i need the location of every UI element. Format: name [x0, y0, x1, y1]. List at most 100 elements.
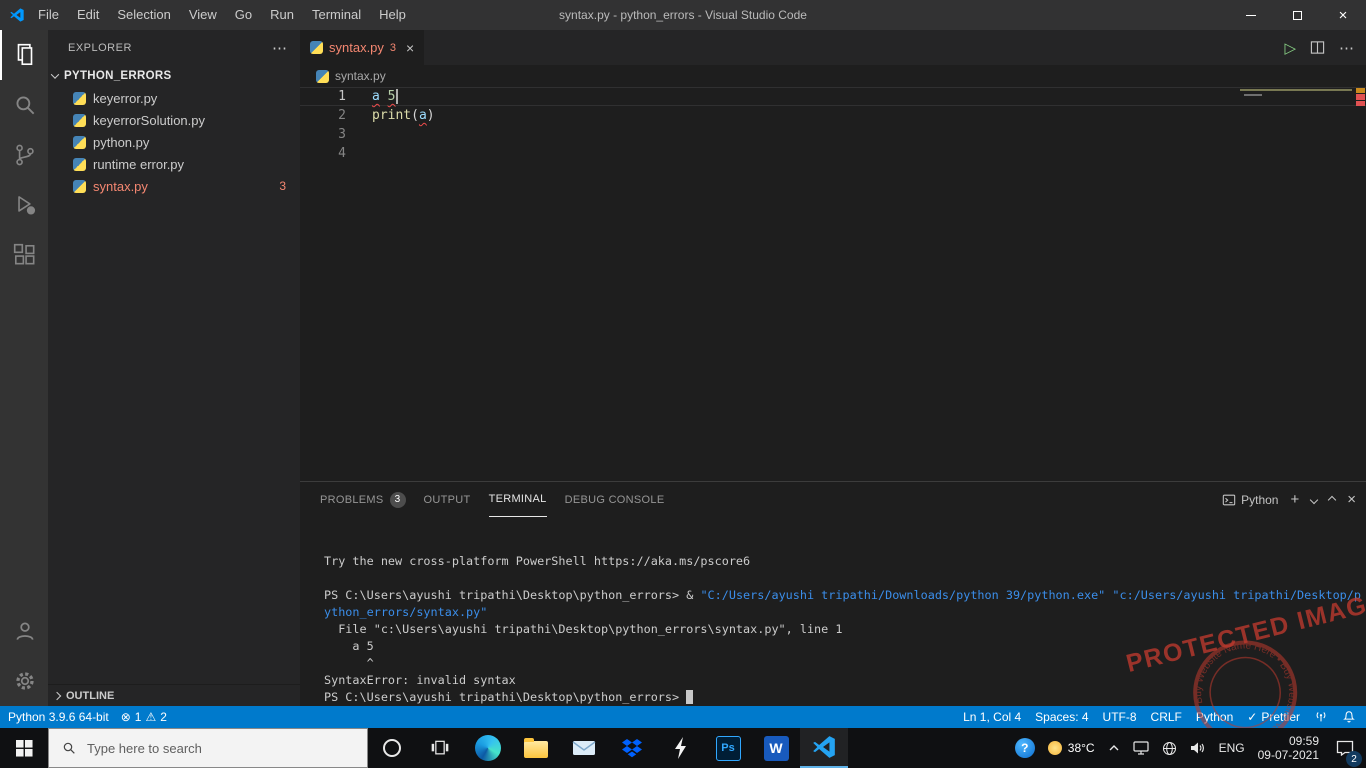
- file-python.py[interactable]: python.py: [48, 131, 300, 153]
- explorer-activity-button[interactable]: [0, 30, 48, 80]
- outline-section[interactable]: OUTLINE: [48, 684, 300, 706]
- source-control-icon: [12, 142, 38, 168]
- close-panel-icon[interactable]: ×: [1347, 491, 1356, 508]
- word-button[interactable]: W: [752, 728, 800, 768]
- folder-icon: [524, 738, 548, 758]
- warning-count: 2: [160, 710, 167, 724]
- menu-run[interactable]: Run: [261, 0, 303, 30]
- cortana-button[interactable]: [368, 728, 416, 768]
- monitor-icon[interactable]: [1132, 741, 1149, 755]
- python-file-icon: [73, 91, 86, 105]
- run-file-button[interactable]: ▷: [1284, 39, 1296, 57]
- edge-button[interactable]: [464, 728, 512, 768]
- explorer-title: EXPLORER: [68, 41, 132, 54]
- panel-tabs: PROBLEMS 3 OUTPUT TERMINAL DEBUG CONSOLE: [320, 482, 682, 517]
- menu-help[interactable]: Help: [370, 0, 415, 30]
- code-line-1[interactable]: 1 a 5: [300, 87, 1366, 106]
- weather-widget[interactable]: 38°C: [1047, 741, 1095, 755]
- search-icon: [61, 740, 77, 756]
- vscode-taskbar-button[interactable]: [800, 728, 848, 768]
- outline-label: OUTLINE: [66, 689, 115, 702]
- python-file-icon: [316, 69, 329, 83]
- code-editor[interactable]: 1 a 5 2 print(a) 3 4: [300, 87, 1366, 481]
- terminal[interactable]: Try the new cross-platform PowerShell ht…: [300, 517, 1366, 706]
- chevron-right-icon: [52, 691, 62, 700]
- search-activity-button[interactable]: [0, 80, 48, 130]
- globe-icon[interactable]: [1162, 741, 1177, 756]
- status-prettier[interactable]: ✓ Prettier: [1247, 710, 1300, 724]
- dropbox-button[interactable]: [608, 728, 656, 768]
- file-keyerror.py[interactable]: keyerror.py: [48, 87, 300, 109]
- folder-python-errors[interactable]: PYTHON_ERRORS: [48, 65, 300, 87]
- word-icon: W: [763, 735, 789, 761]
- help-icon[interactable]: ?: [1014, 738, 1035, 758]
- bell-icon[interactable]: [1342, 710, 1356, 724]
- new-terminal-button[interactable]: +: [1290, 491, 1299, 508]
- start-button[interactable]: [0, 728, 48, 768]
- code-line-4[interactable]: 4: [300, 144, 1366, 163]
- clock[interactable]: 09:59 09-07-2021: [1258, 734, 1319, 762]
- broadcast-icon[interactable]: [1314, 710, 1328, 724]
- explorer-sidebar: EXPLORER ⋯ PYTHON_ERRORS keyerror.py keye…: [48, 30, 300, 706]
- file-keyerrorSolution.py[interactable]: keyerrorSolution.py: [48, 109, 300, 131]
- mail-button[interactable]: [560, 728, 608, 768]
- extensions-activity-button[interactable]: [0, 230, 48, 280]
- settings-button[interactable]: [0, 656, 48, 706]
- close-icon: ×: [1338, 6, 1348, 24]
- minimize-button[interactable]: [1228, 0, 1274, 30]
- tray-expand-icon[interactable]: [1108, 742, 1120, 754]
- panel-tab-debug-console[interactable]: DEBUG CONSOLE: [565, 482, 665, 517]
- speaker-icon[interactable]: [1190, 741, 1206, 755]
- task-view-button[interactable]: [416, 728, 464, 768]
- restore-button[interactable]: [1274, 0, 1320, 30]
- editor-area: syntax.py 3 × ▷ ⋯ syntax.py 1 a 5 2 print(a…: [300, 30, 1366, 706]
- menu-file[interactable]: File: [29, 0, 68, 30]
- breadcrumb[interactable]: syntax.py: [300, 65, 1366, 87]
- code-line-3[interactable]: 3: [300, 125, 1366, 144]
- language-indicator[interactable]: ENG: [1219, 741, 1245, 755]
- maximize-panel-icon[interactable]: [1327, 495, 1337, 504]
- photoshop-button[interactable]: Ps: [704, 728, 752, 768]
- terminal-dropdown-icon[interactable]: [1309, 495, 1319, 504]
- restore-icon: [1292, 10, 1302, 20]
- lightning-app-button[interactable]: [656, 728, 704, 768]
- line-number: 2: [338, 108, 346, 123]
- menu-selection[interactable]: Selection: [108, 0, 179, 30]
- python-interpreter-status[interactable]: Python 3.9.6 64-bit: [8, 710, 109, 724]
- action-center-button[interactable]: 2: [1332, 735, 1362, 767]
- tab-close-icon[interactable]: ×: [406, 40, 414, 56]
- status-ln-1-col-4[interactable]: Ln 1, Col 4: [963, 710, 1021, 724]
- status-spaces-4[interactable]: Spaces: 4: [1035, 710, 1088, 724]
- code-line-2[interactable]: 2 print(a): [300, 106, 1366, 125]
- menu-edit[interactable]: Edit: [68, 0, 108, 30]
- file-syntax.py[interactable]: syntax.py 3: [48, 175, 300, 197]
- panel-tab-problems[interactable]: PROBLEMS 3: [320, 482, 406, 517]
- overview-error-mark: [1356, 94, 1365, 100]
- tab-syntax-py[interactable]: syntax.py 3 ×: [300, 30, 425, 65]
- menu-terminal[interactable]: Terminal: [303, 0, 370, 30]
- source-control-activity-button[interactable]: [0, 130, 48, 180]
- file-runtime-error.py[interactable]: runtime error.py: [48, 153, 300, 175]
- accounts-button[interactable]: [0, 606, 48, 656]
- taskbar-search[interactable]: Type here to search: [48, 728, 368, 768]
- python-file-icon: [73, 179, 86, 193]
- menu-go[interactable]: Go: [226, 0, 261, 30]
- status-utf-8[interactable]: UTF-8: [1103, 710, 1137, 724]
- status-crlf[interactable]: CRLF: [1151, 710, 1182, 724]
- window-title: syntax.py - python_errors - Visual Studi…: [559, 8, 807, 22]
- split-editor-icon[interactable]: [1310, 40, 1325, 55]
- file-name: runtime error.py: [93, 156, 185, 172]
- status-python[interactable]: Python: [1196, 710, 1233, 724]
- terminal-shell-selector[interactable]: Python: [1222, 493, 1278, 507]
- run-debug-activity-button[interactable]: [0, 180, 48, 230]
- python-file-icon: [310, 41, 323, 54]
- menu-view[interactable]: View: [180, 0, 226, 30]
- panel-tab-output[interactable]: OUTPUT: [424, 482, 471, 517]
- python-file-icon: [73, 157, 86, 171]
- close-window-button[interactable]: ×: [1320, 0, 1366, 30]
- problems-status[interactable]: ⊗ 1 ⚠ 2: [121, 710, 167, 724]
- explorer-actions-icon[interactable]: ⋯: [272, 39, 288, 57]
- more-actions-icon[interactable]: ⋯: [1339, 39, 1354, 57]
- panel-tab-terminal[interactable]: TERMINAL: [488, 482, 547, 517]
- file-explorer-button[interactable]: [512, 728, 560, 768]
